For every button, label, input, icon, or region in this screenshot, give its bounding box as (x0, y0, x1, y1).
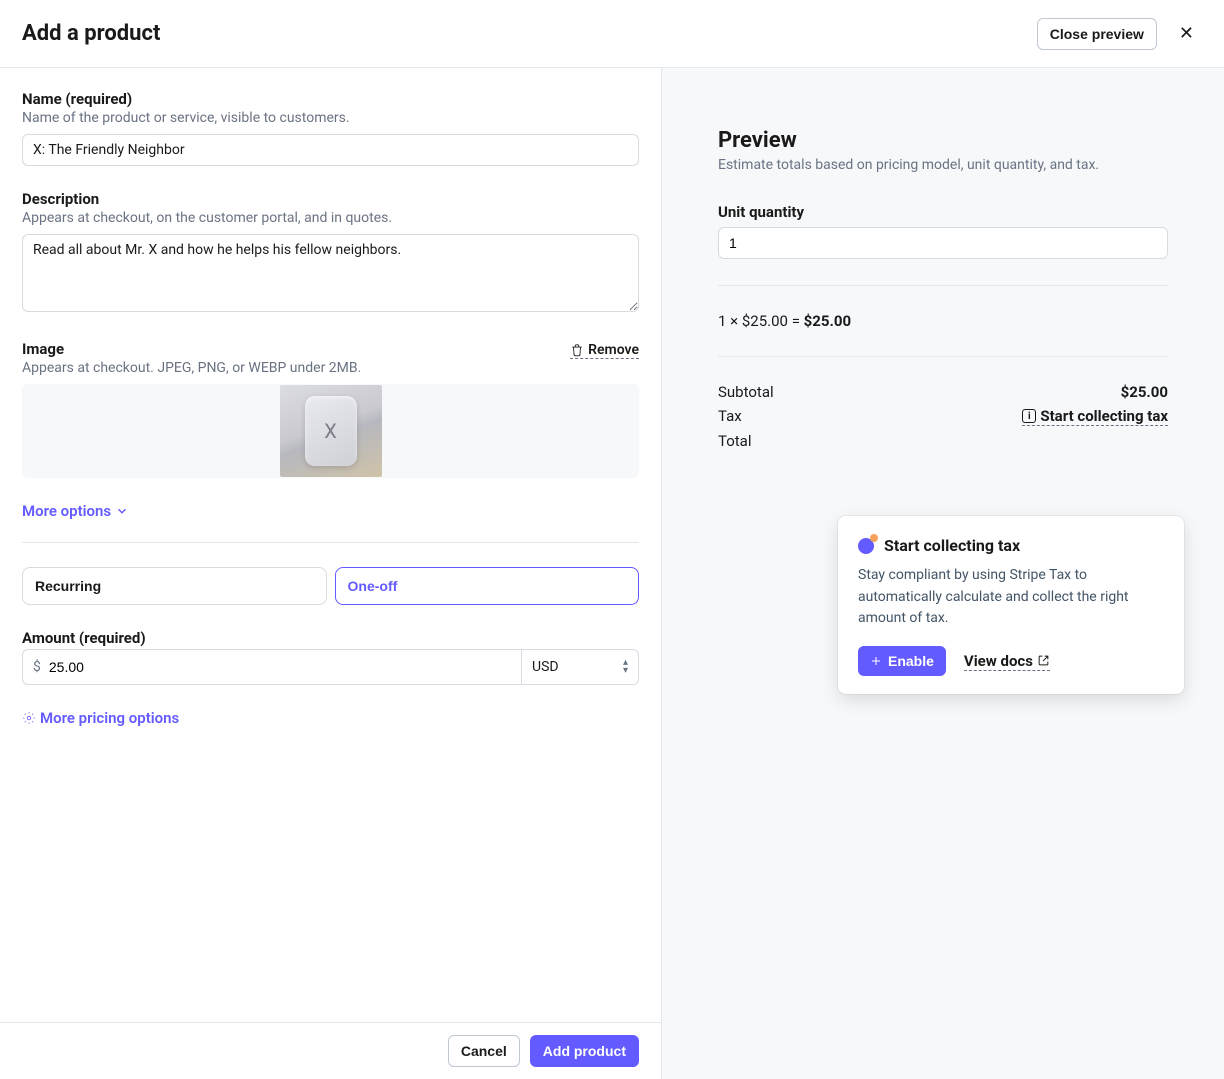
start-collecting-tax-link[interactable]: i Start collecting tax (1022, 407, 1168, 426)
name-group: Name (required) Name of the product or s… (22, 90, 639, 166)
page-title: Add a product (22, 21, 160, 46)
calculation-prefix: 1 × $25.00 = (718, 312, 804, 330)
amount-group: Amount (required) $ USD ▴▾ (22, 629, 639, 685)
tooltip-title: Start collecting tax (884, 536, 1020, 555)
more-options-label: More options (22, 502, 111, 520)
total-row: Total (718, 432, 1168, 450)
preview-separator-2 (718, 356, 1168, 357)
add-product-button[interactable]: Add product (530, 1035, 639, 1067)
total-label: Total (718, 432, 752, 450)
remove-image-label: Remove (588, 342, 639, 358)
recurring-toggle[interactable]: Recurring (22, 567, 327, 605)
gear-icon (22, 711, 36, 725)
view-docs-link[interactable]: View docs (964, 652, 1050, 671)
tax-icon (858, 538, 874, 554)
description-label: Description (22, 190, 639, 208)
more-pricing-label: More pricing options (40, 709, 179, 727)
remove-image-link[interactable]: Remove (570, 342, 639, 359)
enable-tax-button[interactable]: Enable (858, 646, 946, 676)
unit-quantity-label: Unit quantity (718, 203, 1168, 221)
modal-header: Add a product Close preview ✕ (0, 0, 1224, 68)
description-input[interactable] (22, 234, 639, 312)
trash-icon (570, 343, 584, 357)
enable-label: Enable (888, 653, 934, 669)
amount-input-wrap[interactable]: $ (22, 649, 521, 685)
collect-tax-label: Start collecting tax (1040, 407, 1168, 425)
image-help: Appears at checkout. JPEG, PNG, or WEBP … (22, 360, 639, 376)
name-help: Name of the product or service, visible … (22, 110, 639, 126)
more-options-link[interactable]: More options (22, 502, 129, 520)
product-thumbnail: X (280, 385, 382, 477)
tax-tooltip-card: Start collecting tax Stay compliant by u… (838, 516, 1184, 694)
header-actions: Close preview ✕ (1037, 18, 1202, 50)
name-input[interactable] (22, 134, 639, 166)
calculation-total: $25.00 (804, 312, 851, 330)
plus-icon (870, 655, 882, 667)
preview-separator-1 (718, 285, 1168, 286)
one-off-toggle[interactable]: One-off (335, 567, 640, 605)
separator (22, 542, 639, 543)
image-group: Image Remove Appears at checkout. JPEG, … (22, 340, 639, 478)
billing-type-group: Recurring One-off (22, 567, 639, 605)
calculation-line: 1 × $25.00 = $25.00 (718, 312, 1168, 330)
preview-panel: Preview Estimate totals based on pricing… (662, 68, 1224, 1079)
image-preview-area[interactable]: X (22, 384, 639, 478)
form-panel: Name (required) Name of the product or s… (0, 68, 662, 1079)
name-label: Name (required) (22, 90, 639, 108)
close-preview-button[interactable]: Close preview (1037, 18, 1157, 50)
tax-label: Tax (718, 407, 742, 426)
external-link-icon (1037, 654, 1050, 667)
tax-row: Tax i Start collecting tax (718, 407, 1168, 426)
preview-help: Estimate totals based on pricing model, … (718, 157, 1168, 173)
subtotal-row: Subtotal $25.00 (718, 383, 1168, 401)
close-icon[interactable]: ✕ (1171, 19, 1202, 48)
amount-input[interactable] (49, 659, 511, 675)
form-footer: Cancel Add product (0, 1022, 661, 1079)
cancel-button[interactable]: Cancel (448, 1035, 520, 1067)
chevron-down-icon (115, 504, 129, 518)
unit-quantity-input[interactable] (718, 227, 1168, 259)
view-docs-label: View docs (964, 652, 1033, 670)
currency-value: USD (532, 659, 559, 675)
select-arrows-icon: ▴▾ (623, 659, 628, 675)
description-help: Appears at checkout, on the customer por… (22, 210, 639, 226)
preview-title: Preview (718, 128, 1168, 153)
subtotal-value: $25.00 (1121, 383, 1168, 401)
description-group: Description Appears at checkout, on the … (22, 190, 639, 316)
content-columns: Name (required) Name of the product or s… (0, 68, 1224, 1079)
amount-label: Amount (required) (22, 629, 639, 647)
currency-select[interactable]: USD ▴▾ (521, 649, 639, 685)
subtotal-label: Subtotal (718, 383, 774, 401)
currency-symbol: $ (33, 659, 41, 675)
more-pricing-link[interactable]: More pricing options (22, 709, 179, 727)
image-label: Image (22, 340, 64, 358)
tooltip-body: Stay compliant by using Stripe Tax to au… (858, 565, 1164, 630)
info-icon: i (1022, 409, 1036, 423)
